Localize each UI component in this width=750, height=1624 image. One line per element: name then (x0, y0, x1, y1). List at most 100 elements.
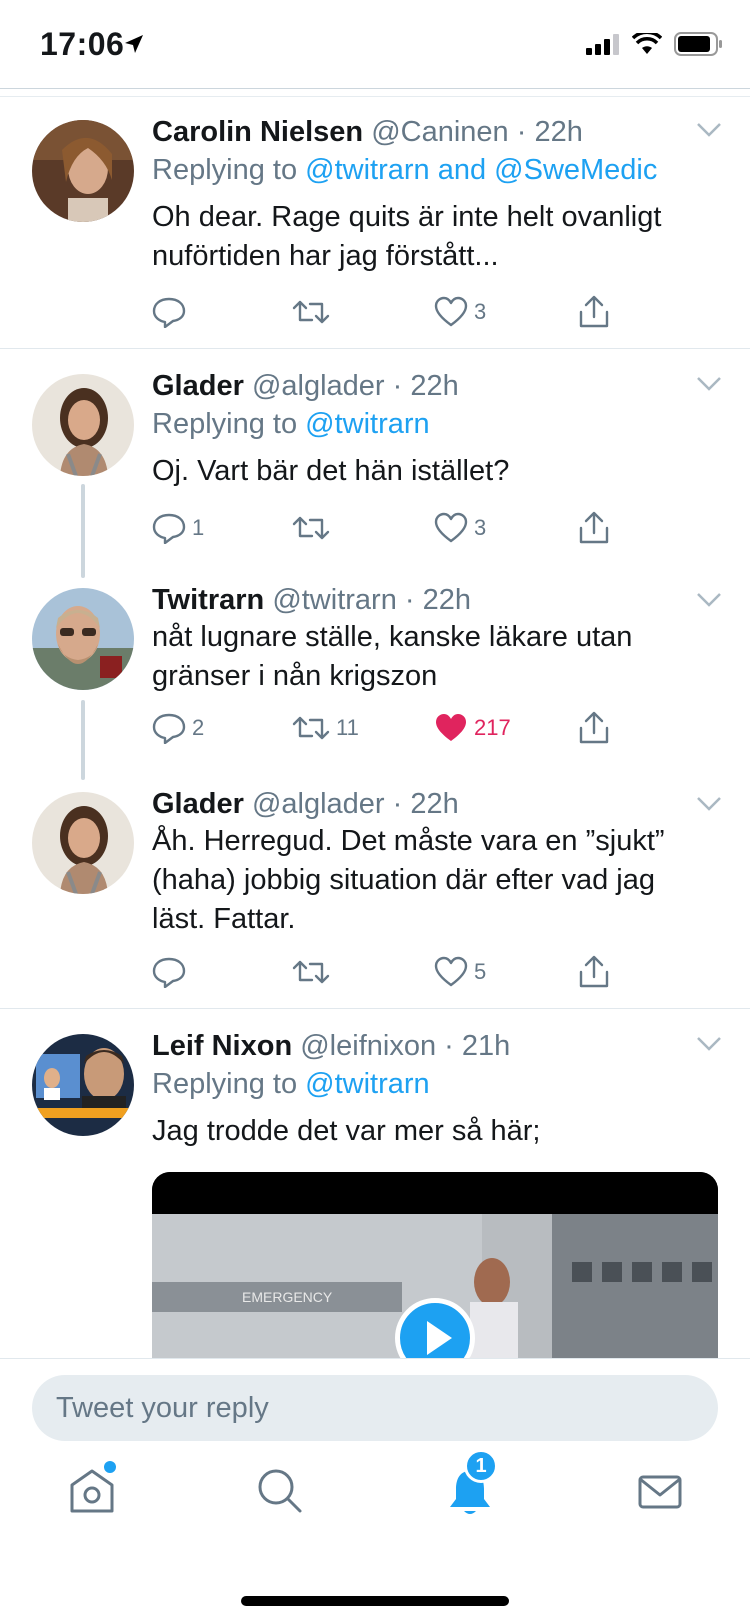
tweet-actions: 5 (152, 954, 652, 990)
chevron-down-icon[interactable] (696, 796, 722, 812)
retweet-button[interactable] (292, 294, 336, 330)
replying-mentions[interactable]: @twitrarn and @SweMedic (305, 154, 657, 186)
replying-mentions[interactable]: @twitrarn (305, 408, 430, 440)
author-handle[interactable]: @alglader (252, 370, 385, 402)
home-indicator (241, 1596, 509, 1606)
share-icon (579, 711, 609, 744)
chevron-down-icon[interactable] (696, 592, 722, 608)
author-name[interactable]: Glader (152, 370, 244, 402)
share-button[interactable] (578, 294, 610, 330)
tweet-time: 22h (422, 584, 471, 616)
retweet-icon (292, 960, 330, 984)
tweet-text: Åh. Herregud. Det måste vara en ”sjukt” … (152, 825, 665, 935)
chevron-down-icon[interactable] (696, 1036, 722, 1052)
tab-home[interactable] (64, 1461, 124, 1523)
tweet-twitrarn[interactable]: Twitrarn @twitrarn · 22h nåt lugnare stä… (0, 576, 750, 780)
heart-icon (434, 512, 468, 543)
author-name[interactable]: Twitrarn (152, 584, 264, 616)
like-count: 3 (474, 515, 487, 540)
wifi-icon (632, 33, 662, 54)
reply-count: 2 (192, 715, 205, 740)
reply-button[interactable]: 2 (152, 710, 204, 746)
share-button[interactable] (578, 954, 610, 990)
replying-prefix: Replying to (152, 154, 306, 186)
retweet-button[interactable]: 11 (292, 710, 359, 746)
status-bar: 17:06 (0, 0, 750, 88)
retweet-icon (292, 516, 330, 540)
avatar[interactable] (32, 792, 134, 894)
author-handle[interactable]: @leifnixon (300, 1030, 436, 1062)
tweet-actions: 2 11 217 (152, 710, 652, 746)
tweet-header: Glader @alglader · 22h (152, 370, 459, 402)
author-handle[interactable]: @Caninen (371, 116, 508, 148)
reply-icon (152, 957, 186, 988)
reply-icon (152, 713, 186, 744)
status-icons (586, 32, 724, 56)
like-button[interactable]: 3 (434, 294, 486, 330)
avatar[interactable] (32, 1034, 134, 1136)
replying-mentions[interactable]: @twitrarn (305, 1068, 430, 1100)
retweet-button[interactable] (292, 954, 336, 990)
tweet-text: Oj. Vart bär det hän istället? (152, 455, 510, 487)
reply-button[interactable] (152, 954, 192, 990)
play-icon (427, 1321, 452, 1355)
avatar[interactable] (32, 374, 134, 476)
heart-icon (434, 956, 468, 987)
tab-search[interactable] (252, 1463, 312, 1523)
author-name[interactable]: Carolin Nielsen (152, 116, 363, 148)
battery-icon (674, 32, 722, 56)
author-name[interactable]: Glader (152, 788, 244, 820)
author-name[interactable]: Leif Nixon (152, 1030, 292, 1062)
tweet-carolin[interactable]: Carolin Nielsen @Caninen · 22h Replying … (0, 100, 750, 348)
tab-notifications[interactable]: 1 (442, 1449, 502, 1523)
reply-button[interactable] (152, 294, 192, 330)
unread-dot (104, 1461, 116, 1473)
like-count: 5 (474, 959, 487, 984)
tab-messages[interactable] (632, 1463, 692, 1523)
tweet-time: 22h (534, 116, 583, 148)
like-count: 3 (474, 299, 487, 324)
notification-badge: 1 (464, 1449, 498, 1483)
replying-prefix: Replying to (152, 1068, 306, 1100)
tweet-header: Glader @alglader · 22h (152, 788, 459, 820)
tweet-time: 22h (410, 370, 459, 402)
bottom-area: 1 (0, 1358, 750, 1624)
author-handle[interactable]: @twitrarn (272, 584, 397, 616)
chevron-down-icon[interactable] (696, 122, 722, 138)
video-thumbnail[interactable]: EMERGENCY (152, 1172, 718, 1358)
mail-icon (638, 1475, 682, 1509)
chevron-down-icon[interactable] (696, 376, 722, 392)
retweet-button[interactable] (292, 510, 336, 546)
tweet-time: 22h (410, 788, 459, 820)
like-button[interactable]: 3 (434, 510, 486, 546)
heart-filled-icon (436, 714, 466, 741)
location-arrow-icon (124, 34, 144, 59)
like-button[interactable]: 217 (434, 710, 511, 746)
like-button[interactable]: 5 (434, 954, 486, 990)
share-button[interactable] (578, 710, 610, 746)
reply-input[interactable] (32, 1375, 718, 1441)
tweet-text: nåt lugnare ställe, kanske läkare utan g… (152, 621, 633, 692)
share-icon (579, 511, 609, 544)
share-icon (579, 295, 609, 328)
tweet-header: Carolin Nielsen @Caninen · 22h (152, 116, 583, 148)
replying-prefix: Replying to (152, 408, 306, 440)
tab-bar: 1 (0, 1449, 750, 1543)
reply-icon (152, 297, 186, 328)
tweet-time: 21h (461, 1030, 511, 1062)
avatar[interactable] (32, 588, 134, 690)
heart-icon (434, 296, 468, 327)
reply-button[interactable]: 1 (152, 510, 204, 546)
tweet-glader-1[interactable]: Glader @alglader · 22h Replying to @twit… (0, 354, 750, 576)
play-button[interactable] (395, 1298, 475, 1358)
tweet-text: Oh dear. Rage quits är inte helt ovanlig… (152, 201, 662, 272)
tweet-glader-2[interactable]: Glader @alglader · 22h Åh. Herregud. Det… (0, 780, 750, 1008)
replying-to: Replying to @twitrarn (152, 404, 710, 444)
share-button[interactable] (578, 510, 610, 546)
author-handle[interactable]: @alglader (252, 788, 385, 820)
retweet-count: 11 (336, 715, 359, 740)
reply-count: 1 (192, 515, 205, 540)
like-count: 217 (474, 715, 511, 740)
tweet-header: Twitrarn @twitrarn · 22h (152, 584, 471, 616)
avatar[interactable] (32, 120, 134, 222)
